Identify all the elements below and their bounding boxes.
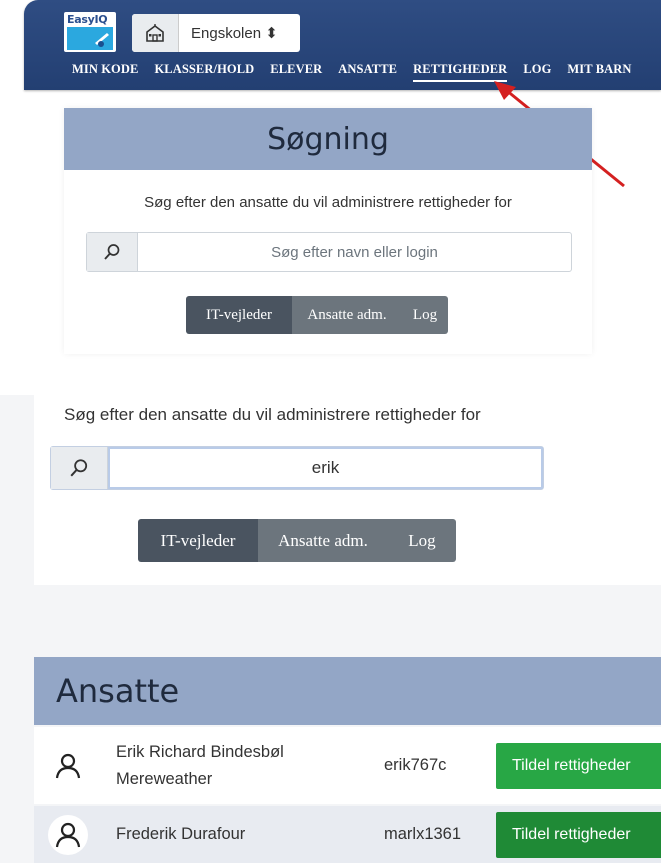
user-avatar-icon <box>48 745 88 786</box>
search-input[interactable]: erik <box>108 447 543 489</box>
top-navbar: EasyIQ Engskolen ⬍ MIN KODE KLASSER/HOLD… <box>24 0 661 90</box>
employee-name: Erik Richard Bindesbøl Mereweather <box>116 739 336 793</box>
tab-ansatte-adm[interactable]: Ansatte adm. <box>292 296 402 334</box>
logo-text: EasyIQ <box>67 13 108 26</box>
menu-item-ansatte[interactable]: ANSATTE <box>338 62 397 82</box>
employee-name-line2: Mereweather <box>116 769 213 788</box>
employee-login: marlx1361 <box>384 825 462 843</box>
grant-permissions-button[interactable]: Tildel rettigheder <box>496 742 661 789</box>
search-card-2: Søg efter den ansatte du vil administrer… <box>34 395 661 585</box>
employees-header: Ansatte <box>34 657 661 725</box>
search-input-group-2: erik <box>50 446 544 490</box>
search-hint-2: Søg efter den ansatte du vil administrer… <box>64 405 481 424</box>
school-selector[interactable]: Engskolen ⬍ <box>132 14 300 52</box>
tab-it-vejleder[interactable]: IT-vejleder <box>138 519 258 562</box>
search-input[interactable]: Søg efter navn eller login <box>138 233 571 271</box>
grant-permissions-button[interactable]: Tildel rettigheder <box>496 811 661 858</box>
easyiq-logo[interactable]: EasyIQ <box>64 12 116 52</box>
search-icon[interactable] <box>87 233 138 271</box>
table-row: Frederik Durafour marlx1361 Tildel retti… <box>34 806 661 863</box>
menu-item-elever[interactable]: ELEVER <box>270 62 322 82</box>
tab-ansatte-adm[interactable]: Ansatte adm. <box>258 519 388 562</box>
permission-tabs-2: IT-vejleder Ansatte adm. Log <box>138 519 456 562</box>
search-card: Søgning Søg efter den ansatte du vil adm… <box>64 108 592 354</box>
employee-login: erik767c <box>384 756 447 774</box>
permission-tabs: IT-vejleder Ansatte adm. Log <box>186 296 448 334</box>
employees-title: Ansatte <box>56 672 180 710</box>
tab-it-vejleder[interactable]: IT-vejleder <box>186 296 292 334</box>
search-icon[interactable] <box>51 447 108 489</box>
employee-name: Frederik Durafour <box>116 821 336 848</box>
tab-log[interactable]: Log <box>402 296 448 334</box>
user-avatar-icon <box>48 814 88 855</box>
employee-name-line1: Erik Richard Bindesbøl <box>116 742 284 761</box>
menu-item-min-kode[interactable]: MIN KODE <box>72 62 138 82</box>
logo-graphic <box>67 27 113 50</box>
school-name: Engskolen ⬍ <box>191 25 278 42</box>
search-card-title: Søgning <box>64 108 592 170</box>
school-building-icon <box>132 14 179 52</box>
menu-item-klasser-hold[interactable]: KLASSER/HOLD <box>154 62 254 82</box>
table-row: Erik Richard Bindesbøl Mereweather erik7… <box>34 727 661 804</box>
search-input-group: Søg efter navn eller login <box>86 232 572 272</box>
employee-name-line1: Frederik Durafour <box>116 825 246 843</box>
tab-log[interactable]: Log <box>388 519 456 562</box>
search-hint: Søg efter den ansatte du vil administrer… <box>144 194 512 211</box>
